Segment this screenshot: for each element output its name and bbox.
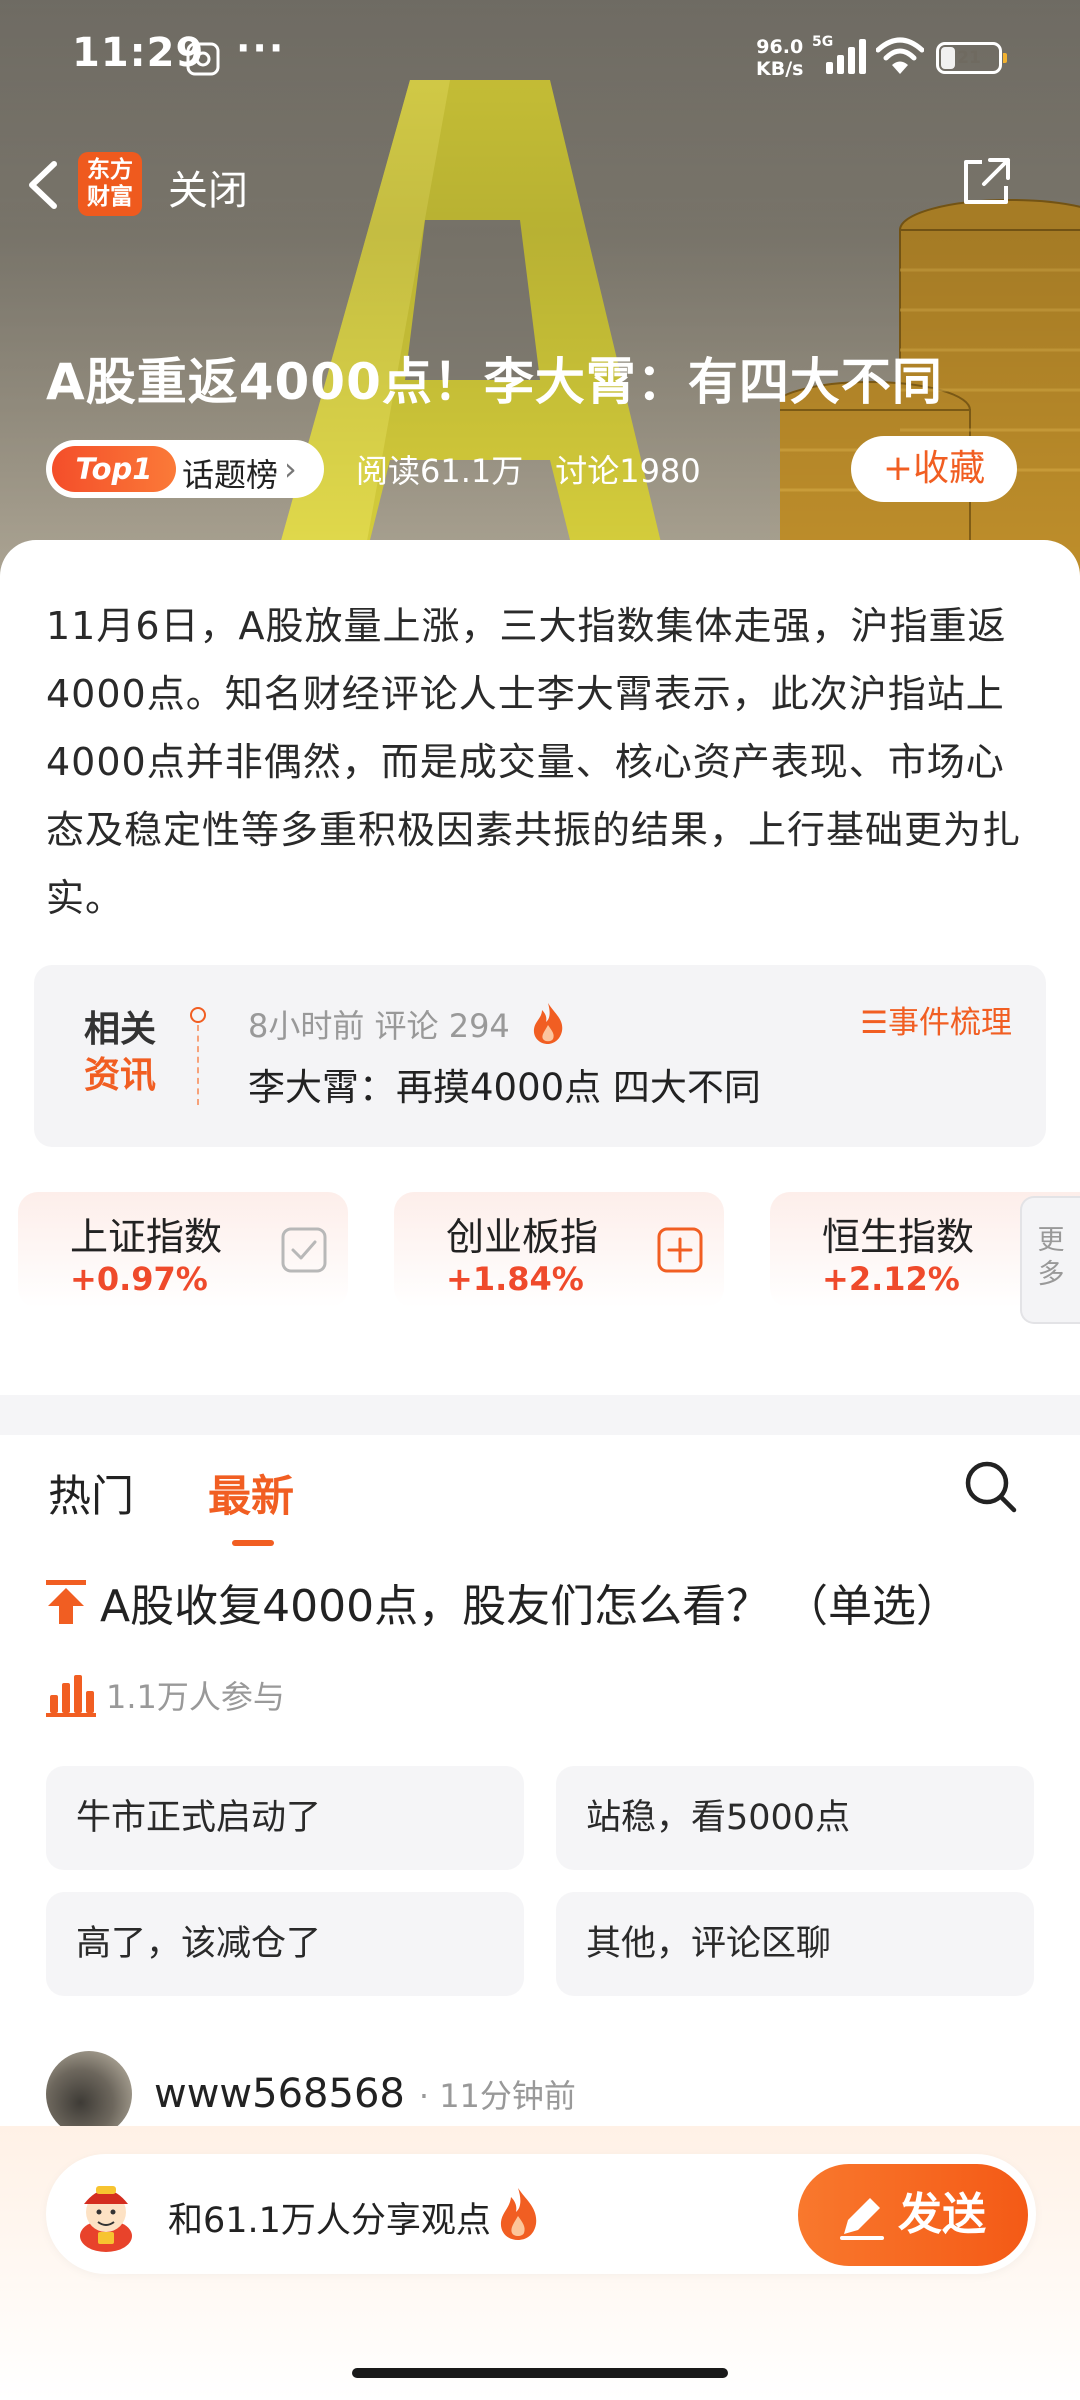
network-speed: 96.0 KB/s [756,36,804,80]
flame-icon [533,1003,563,1044]
arrow-up-icon [46,1580,86,1624]
search-icon[interactable] [962,1458,1018,1514]
topic-rank-pill[interactable]: Top1 话题榜 › [46,440,324,498]
status-bar: 11:29 ··· 96.0 KB/s 5G 21 [0,0,1080,120]
timeline-dot [190,1007,206,1023]
flame-icon [500,2188,537,2240]
bar-chart-icon [46,1675,96,1717]
app-logo: 东方 财富 [78,152,142,216]
battery-level: 21 [957,48,981,68]
poll-option[interactable]: 牛市正式启动了 [46,1766,524,1870]
tab-latest[interactable]: 最新 [208,1462,294,1524]
related-news-meta: 8小时前 评论 294 [248,1007,510,1045]
close-button[interactable]: 关闭 [168,158,248,216]
poll-option[interactable]: 高了，该减仓了 [46,1892,524,1996]
send-button[interactable]: 发送 [798,2164,1028,2266]
comment-username[interactable]: www568568 [154,2071,405,2117]
top1-badge: Top1 [52,446,176,492]
related-news-tag: 相关 资讯 [84,1009,157,1096]
read-count: 阅读61.1万 [356,452,524,490]
related-news-title: 李大霄：再摸4000点 四大不同 [248,1066,761,1109]
avatar[interactable] [46,2051,132,2137]
more-indices-button[interactable]: 更 多 [1020,1196,1080,1324]
poll-option[interactable]: 站稳，看5000点 [556,1766,1034,1870]
discussion-count: 讨论1980 [555,452,701,490]
plus-icon[interactable] [656,1226,704,1274]
event-timeline-link[interactable]: ☰事件梳理 [860,997,1012,1042]
comment-item[interactable]: www568568 · 11分钟前 [46,2051,576,2137]
battery-icon: 21 [936,42,1007,74]
collect-button[interactable]: +收藏 [851,436,1017,502]
poll-option[interactable]: 其他，评论区聊 [556,1892,1034,1996]
status-time: 11:29 [72,30,205,76]
pencil-icon [840,2198,884,2240]
signal-icon [826,39,866,74]
share-icon[interactable] [960,156,1012,208]
hero-stats: 阅读61.1万 讨论1980 [356,446,701,492]
poll-participants: 1.1万人参与 [46,1672,285,1718]
back-arrow-icon[interactable] [18,150,68,220]
active-tab-indicator [232,1540,274,1546]
poll-question-text: A股收复4000点，股友们怎么看？ （单选） [100,1581,961,1632]
comment-time: · 11分钟前 [418,2077,576,2115]
related-news-card[interactable]: 相关 资讯 8小时前 评论 294 李大霄：再摸4000点 四大不同 ☰事件梳理 [34,965,1046,1147]
index-change: +2.12% [822,1260,960,1298]
tab-hot[interactable]: 热门 [48,1462,134,1524]
article-summary: 11月6日，A股放量上涨，三大指数集体走强，沪指重返4000点。知名财经评论人士… [0,540,1080,940]
index-name: 上证指数 [70,1215,223,1259]
index-name: 创业板指 [446,1215,599,1259]
index-card-chinext[interactable]: 创业板指 +1.84% [394,1192,724,1308]
more-notifications-icon: ··· [236,26,286,70]
send-button-label: 发送 [898,2189,986,2240]
index-change: +1.84% [446,1260,584,1298]
chevron-right-icon: › [284,450,297,488]
mascot-icon [80,2186,132,2252]
wifi-icon [876,37,924,74]
index-name: 恒生指数 [822,1215,975,1259]
check-icon[interactable] [280,1226,328,1274]
topic-rank-label: 话题榜 [182,456,279,494]
home-indicator[interactable] [352,2368,728,2378]
timeline-line [197,1025,199,1105]
poll-question: A股收复4000点，股友们怎么看？ （单选） [46,1570,960,1634]
index-change: +0.97% [70,1260,208,1298]
index-card-sse[interactable]: 上证指数 +0.97% [18,1192,348,1308]
summary-text: 11月6日，A股放量上涨，三大指数集体走强，沪指重返4000点。知名财经评论人士… [46,604,1022,920]
settings-notification-icon [186,42,220,76]
page-title: A股重返4000点！李大霄：有四大不同 [46,353,943,411]
comment-input-placeholder[interactable]: 和61.1万人分享观点 [168,2192,491,2243]
